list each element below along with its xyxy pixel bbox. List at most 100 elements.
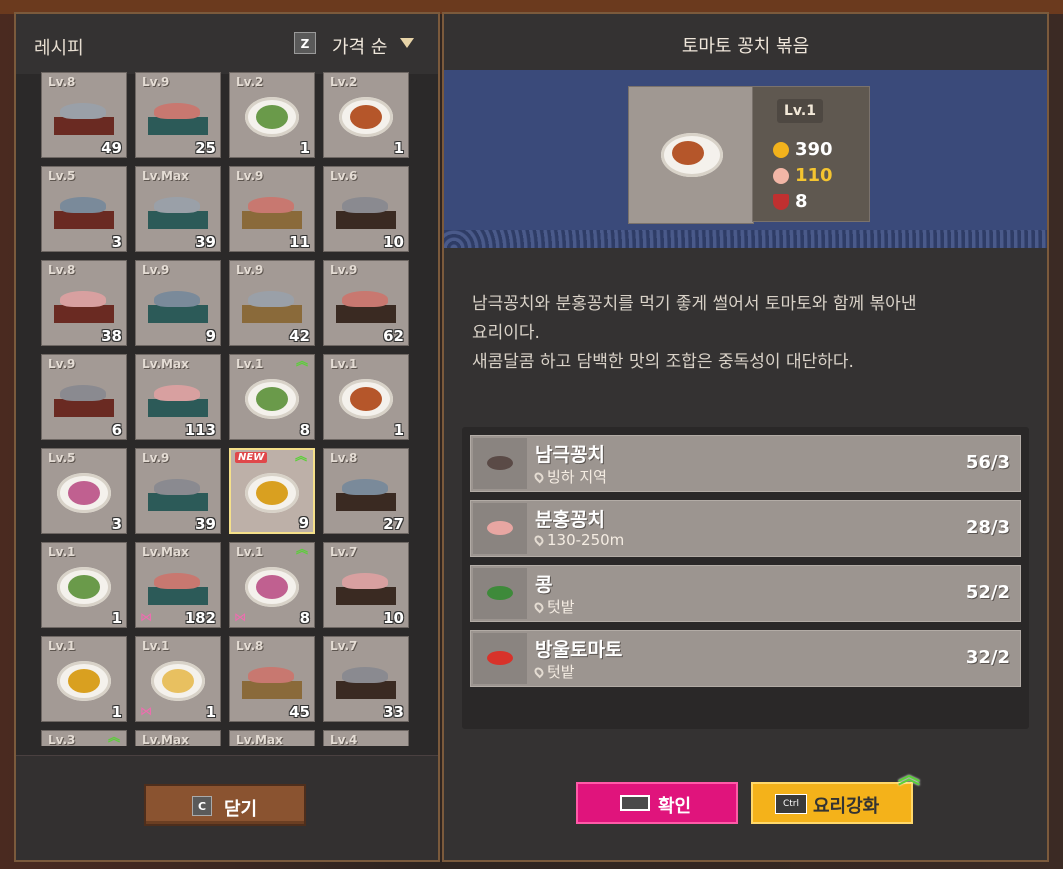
dish-icon	[148, 287, 208, 323]
recipe-card[interactable]: Lv.Max	[229, 730, 315, 746]
ribbon-icon: ⋈	[234, 610, 246, 624]
recipe-card[interactable]: Lv.9 62	[323, 260, 409, 346]
dish-icon	[148, 99, 208, 135]
recipe-card[interactable]: Lv.1 1	[41, 636, 127, 722]
recipe-level: Lv.1	[142, 639, 170, 653]
description-line: 새콤달콤 하고 담백한 맛의 조합은 중독성이 대단하다.	[472, 352, 854, 372]
ingredient-row[interactable]: 방울토마토 텃밭 32/2	[470, 630, 1021, 687]
recipe-count: 25	[195, 139, 216, 157]
recipe-card[interactable]: Lv.9 6	[41, 354, 127, 440]
recipe-card[interactable]: Lv.5 3	[41, 448, 127, 534]
recipe-card[interactable]: Lv.8 45	[229, 636, 315, 722]
ingredient-row[interactable]: 분홍꽁치 130-250m 28/3	[470, 500, 1021, 557]
ingredient-row[interactable]: 콩 텃밭 52/2	[470, 565, 1021, 622]
location-pin-icon	[532, 600, 546, 614]
dish-icon	[339, 378, 393, 419]
dish-icon	[336, 569, 396, 605]
recipe-count: 6	[111, 421, 122, 439]
recipe-card[interactable]: Lv.9 25	[135, 72, 221, 158]
recipe-level: Lv.Max	[142, 733, 189, 746]
recipe-card[interactable]: Lv.8 49	[41, 72, 127, 158]
recipe-count: 11	[289, 233, 310, 251]
recipe-level: Lv.9	[142, 75, 170, 89]
recipe-card[interactable]: Lv.1 1	[41, 542, 127, 628]
ribbon-icon: ⋈	[140, 704, 152, 718]
recipe-count: 1	[111, 609, 122, 627]
recipe-detail-panel: 토마토 꽁치 볶음 Lv.1 390 110 8 남극꽁치와 분홍꽁치를 먹기 …	[442, 12, 1049, 862]
recipe-card[interactable]: Lv.5 3	[41, 166, 127, 252]
recipe-card[interactable]: Lv.1 ︽ ⋈ 8	[229, 542, 315, 628]
dish-preview-image	[628, 86, 754, 224]
dish-icon	[54, 287, 114, 323]
dish-icon	[245, 378, 299, 419]
recipe-level: Lv.2	[330, 75, 358, 89]
dish-icon	[148, 193, 208, 229]
recipe-level: Lv.8	[330, 451, 358, 465]
dish-plate-icon	[661, 133, 723, 177]
recipe-card[interactable]: Lv.7 10	[323, 542, 409, 628]
recipe-card[interactable]: Lv.1 1	[323, 354, 409, 440]
recipe-level: Lv.9	[48, 357, 76, 371]
dish-icon	[151, 660, 205, 701]
recipe-card[interactable]: Lv.9 9	[135, 260, 221, 346]
recipe-count: 33	[383, 703, 404, 721]
recipe-level: Lv.9	[330, 263, 358, 277]
recipe-card[interactable]: Lv.4	[323, 730, 409, 746]
recipe-level: Lv.9	[236, 169, 264, 183]
recipe-card[interactable]: Lv.Max 39	[135, 166, 221, 252]
recipe-card[interactable]: Lv.Max	[135, 730, 221, 746]
recipe-card[interactable]: Lv.1 ︽ 8	[229, 354, 315, 440]
recipe-card[interactable]: Lv.8 27	[323, 448, 409, 534]
chevron-down-icon[interactable]	[400, 38, 414, 48]
recipe-level-badge: Lv.1	[777, 99, 823, 123]
ingredient-location: 빙하 지역	[532, 466, 607, 487]
bowl-icon	[773, 194, 789, 210]
recipe-card[interactable]: Lv.2 1	[229, 72, 315, 158]
recipe-card[interactable]: Lv.3 ︽	[41, 730, 127, 746]
recipe-card[interactable]: Lv.2 1	[323, 72, 409, 158]
ingredient-row[interactable]: 남극꽁치 빙하 지역 56/3	[470, 435, 1021, 492]
ingredient-location: 텃밭	[532, 596, 575, 617]
recipe-count: 9	[298, 514, 309, 532]
recipe-count: 38	[101, 327, 122, 345]
taste-face-icon	[773, 168, 789, 184]
recipe-count: 3	[111, 233, 122, 251]
recipe-card[interactable]: Lv.9 39	[135, 448, 221, 534]
recipe-card[interactable]: Lv.9 11	[229, 166, 315, 252]
ingredient-quantity: 56/3	[965, 452, 1010, 473]
recipe-count: 42	[289, 327, 310, 345]
dish-icon	[336, 663, 396, 699]
recipe-card[interactable]: Lv.7 33	[323, 636, 409, 722]
recipe-level: Lv.5	[48, 451, 76, 465]
dish-icon	[336, 475, 396, 511]
dish-icon	[148, 381, 208, 417]
recipe-card[interactable]: Lv.8 38	[41, 260, 127, 346]
sort-dropdown-label[interactable]: 가격 순	[332, 33, 387, 59]
location-pin-icon	[532, 533, 546, 547]
recipe-card[interactable]: Lv.Max 113	[135, 354, 221, 440]
upgrade-arrow-icon: ︽	[294, 449, 307, 463]
close-hotkey-icon: C	[192, 796, 212, 816]
dish-icon	[54, 193, 114, 229]
confirm-button-label: 확인	[658, 796, 692, 817]
recipe-count: 39	[195, 233, 216, 251]
recipe-card[interactable]: Lv.6 10	[323, 166, 409, 252]
recipe-card[interactable]: Lv.Max ⋈ 182	[135, 542, 221, 628]
sort-hotkey-icon[interactable]: Z	[294, 32, 316, 54]
enhance-cooking-button[interactable]: Ctrl 요리강화	[751, 782, 913, 824]
recipe-level: Lv.1	[236, 545, 264, 559]
recipe-card[interactable]: Lv.9 42	[229, 260, 315, 346]
upgrade-arrow-icon: ︽	[295, 542, 308, 556]
ingredient-name: 방울토마토	[535, 639, 623, 661]
close-button[interactable]: C 닫기	[144, 784, 306, 826]
confirm-button[interactable]: 확인	[576, 782, 738, 824]
upgrade-arrow-icon: ︽	[107, 730, 120, 744]
recipe-card[interactable]: NEW ︽ 9	[229, 448, 315, 534]
recipe-count: 1	[111, 703, 122, 721]
recipe-level: Lv.Max	[236, 733, 283, 746]
recipe-card[interactable]: Lv.1 ⋈ 1	[135, 636, 221, 722]
recipe-level: Lv.7	[330, 639, 358, 653]
recipe-count: 1	[393, 421, 404, 439]
recipe-grid: Lv.8 49 Lv.9 25 Lv.2 1 Lv.2 1 Lv.5 3 Lv.Max 39 Lv.9 1…	[41, 72, 413, 746]
upgrade-arrow-icon: ︽	[898, 764, 921, 789]
